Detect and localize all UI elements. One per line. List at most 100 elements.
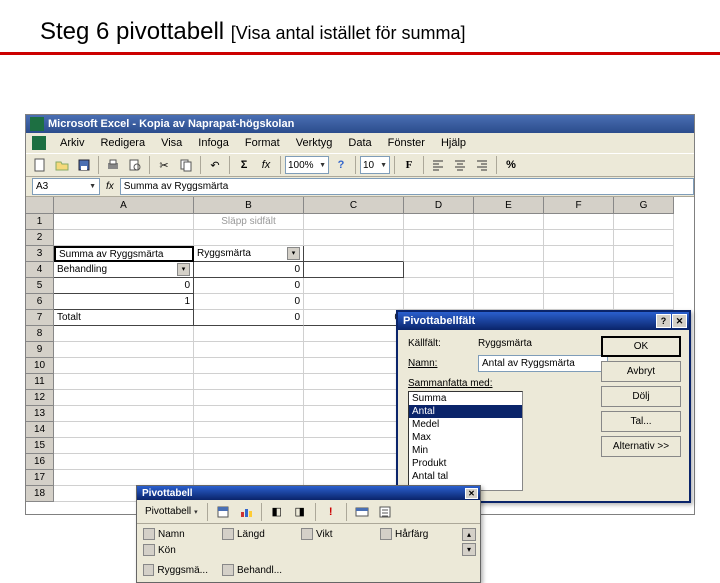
cell[interactable] (194, 358, 304, 374)
cell[interactable] (474, 278, 544, 294)
cell[interactable] (544, 262, 614, 278)
cell[interactable] (544, 294, 614, 310)
row-header[interactable]: 17 (26, 470, 54, 486)
close-icon[interactable]: ✕ (672, 314, 687, 328)
pivot-field[interactable]: Namn (143, 528, 208, 540)
cell[interactable] (54, 358, 194, 374)
row-header[interactable]: 3 (26, 246, 54, 262)
cell[interactable]: 0 (194, 310, 304, 326)
cell[interactable] (194, 326, 304, 342)
autosum-icon[interactable]: Σ (234, 155, 254, 175)
help-button[interactable]: ? (656, 314, 671, 328)
cell[interactable] (194, 342, 304, 358)
cell[interactable] (54, 454, 194, 470)
row-header[interactable]: 14 (26, 422, 54, 438)
menu-redigera[interactable]: Redigera (92, 135, 153, 151)
dropdown-icon[interactable]: ▾ (177, 263, 190, 276)
cell[interactable] (54, 422, 194, 438)
cell[interactable] (194, 454, 304, 470)
pivot-field[interactable]: Ryggsmä... (143, 564, 208, 576)
row-header[interactable]: 18 (26, 486, 54, 502)
wizard-icon[interactable] (213, 502, 233, 522)
dropdown-icon[interactable]: ▾ (287, 247, 300, 260)
cell[interactable] (404, 246, 474, 262)
cell[interactable] (194, 438, 304, 454)
list-option[interactable]: Antal tal (409, 470, 522, 483)
cell[interactable] (54, 230, 194, 246)
cell[interactable]: Summa av Ryggsmärta (54, 246, 194, 262)
cell[interactable] (404, 230, 474, 246)
cell[interactable]: 0 (54, 278, 194, 294)
cell[interactable] (404, 294, 474, 310)
show-detail-icon[interactable]: ◨ (290, 502, 310, 522)
pivot-toolbar-title[interactable]: Pivottabell ✕ (137, 486, 480, 500)
cell[interactable]: Släpp sidfält (194, 214, 304, 230)
cell[interactable] (304, 374, 404, 390)
cell[interactable] (614, 278, 674, 294)
row-header[interactable]: 16 (26, 454, 54, 470)
new-icon[interactable] (30, 155, 50, 175)
cell[interactable] (304, 214, 404, 230)
list-option[interactable]: Min (409, 444, 522, 457)
row-header[interactable]: 10 (26, 358, 54, 374)
cell[interactable] (54, 374, 194, 390)
cell[interactable] (304, 454, 404, 470)
row-header[interactable]: 4 (26, 262, 54, 278)
row-header[interactable]: 2 (26, 230, 54, 246)
cell[interactable]: 0 (194, 294, 304, 310)
row-header[interactable]: 5 (26, 278, 54, 294)
preview-icon[interactable] (125, 155, 145, 175)
row-header[interactable]: 15 (26, 438, 54, 454)
row-header[interactable]: 12 (26, 390, 54, 406)
menu-hjalp[interactable]: Hjälp (433, 135, 474, 151)
row-header[interactable]: 11 (26, 374, 54, 390)
summarize-listbox[interactable]: SummaAntalMedelMaxMinProduktAntal tal (408, 391, 523, 491)
cell[interactable] (614, 246, 674, 262)
cell[interactable] (304, 470, 404, 486)
cell[interactable] (194, 374, 304, 390)
cell[interactable] (474, 246, 544, 262)
row-header[interactable]: 7 (26, 310, 54, 326)
pivot-field[interactable]: Kön (143, 544, 208, 556)
cell[interactable] (474, 294, 544, 310)
col-header-c[interactable]: C (304, 197, 404, 214)
col-header-g[interactable]: G (614, 197, 674, 214)
cell[interactable] (304, 278, 404, 294)
cell[interactable] (54, 326, 194, 342)
cell[interactable] (304, 438, 404, 454)
fx-label[interactable]: fx (106, 181, 114, 192)
col-header-d[interactable]: D (404, 197, 474, 214)
cell[interactable] (614, 294, 674, 310)
align-left-icon[interactable] (428, 155, 448, 175)
cell[interactable]: 0 (194, 278, 304, 294)
formula-input[interactable]: Summa av Ryggsmärta (120, 178, 694, 195)
cell[interactable]: Behandling▾ (54, 262, 194, 278)
row-header[interactable]: 13 (26, 406, 54, 422)
menu-visa[interactable]: Visa (153, 135, 190, 151)
cell[interactable] (194, 422, 304, 438)
row-header[interactable]: 8 (26, 326, 54, 342)
cell[interactable] (304, 230, 404, 246)
list-option[interactable]: Max (409, 431, 522, 444)
help-icon[interactable]: ? (331, 155, 351, 175)
list-option[interactable]: Produkt (409, 457, 522, 470)
percent-icon[interactable]: % (501, 155, 521, 175)
ok-button[interactable]: OK (601, 336, 681, 357)
col-header-b[interactable]: B (194, 197, 304, 214)
cell[interactable] (304, 406, 404, 422)
cut-icon[interactable]: ✂ (154, 155, 174, 175)
cell[interactable] (544, 278, 614, 294)
menu-data[interactable]: Data (340, 135, 379, 151)
menu-fonster[interactable]: Fönster (380, 135, 433, 151)
cell[interactable]: Totalt (54, 310, 194, 326)
cell[interactable] (304, 422, 404, 438)
col-header-e[interactable]: E (474, 197, 544, 214)
field-settings-icon[interactable] (352, 502, 372, 522)
cell[interactable] (54, 406, 194, 422)
cell[interactable] (54, 214, 194, 230)
number-button[interactable]: Tal... (601, 411, 681, 432)
pivot-field[interactable]: Behandl... (222, 564, 287, 576)
menu-format[interactable]: Format (237, 135, 288, 151)
chart-icon[interactable] (236, 502, 256, 522)
field-list-icon[interactable] (375, 502, 395, 522)
